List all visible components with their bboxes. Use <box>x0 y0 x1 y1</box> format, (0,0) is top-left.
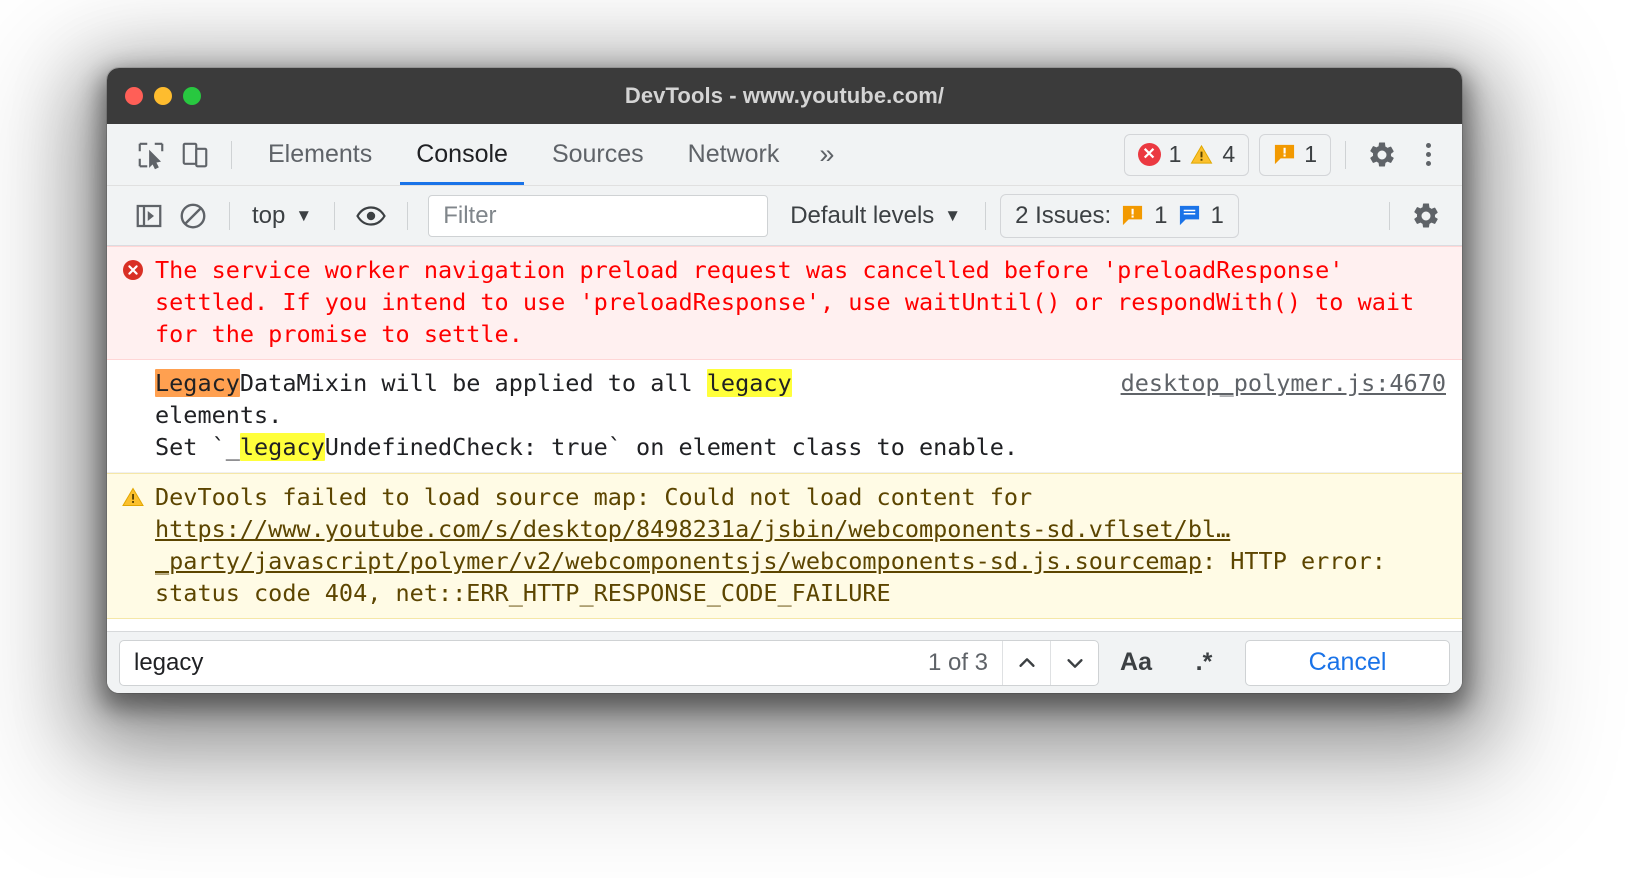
chevron-down-icon: ▼ <box>295 206 313 225</box>
issue-count: 1 <box>1304 141 1317 167</box>
execution-context-label: top <box>252 201 286 229</box>
screenshot-root: DevTools - www.youtube.com/ Elements Con… <box>0 0 1650 878</box>
execution-context-selector[interactable]: top ▼ <box>244 202 320 230</box>
log-message-text: LegacyDataMixin will be applied to all l… <box>155 368 1103 464</box>
issues-counter[interactable]: 1 <box>1259 133 1331 176</box>
window-titlebar: DevTools - www.youtube.com/ <box>107 68 1462 124</box>
warning-message-text: DevTools failed to load source map: Coul… <box>155 482 1446 610</box>
clear-console-icon[interactable] <box>171 195 215 237</box>
tab-elements[interactable]: Elements <box>246 124 394 185</box>
devtools-tabbar: Elements Console Sources Network » ✕ 1 4 <box>107 124 1462 186</box>
issues-warning-count: 1 <box>1154 201 1168 229</box>
search-match-status: 1 of 3 <box>927 648 988 676</box>
tabbar-status-area: ✕ 1 4 1 <box>1114 133 1444 176</box>
zoom-window-button[interactable] <box>183 87 201 105</box>
tab-network[interactable]: Network <box>666 124 802 185</box>
search-prev-button[interactable] <box>1002 640 1050 685</box>
issue-info-bubble-icon <box>1178 204 1201 227</box>
tabbar-divider <box>231 140 232 169</box>
error-warning-counter[interactable]: ✕ 1 4 <box>1123 133 1250 176</box>
console-sidebar-icon[interactable] <box>127 195 171 237</box>
console-toolbar-divider-2 <box>334 201 336 230</box>
tab-sources[interactable]: Sources <box>530 124 666 185</box>
issues-label: 2 Issues: <box>1015 201 1112 229</box>
match-case-button[interactable]: Aa <box>1105 640 1167 686</box>
console-toolbar-divider-3 <box>407 201 409 230</box>
console-toolbar-divider-4 <box>985 201 987 230</box>
device-toolbar-icon[interactable] <box>173 134 217 176</box>
warning-count: 4 <box>1222 141 1236 167</box>
live-expression-eye-icon[interactable] <box>349 195 393 237</box>
error-circle-icon-msg <box>121 255 155 351</box>
issues-info-count: 1 <box>1210 201 1224 229</box>
gear-icon[interactable] <box>1360 134 1404 176</box>
minimize-window-button[interactable] <box>154 87 172 105</box>
log-levels-label: Default levels <box>790 201 935 229</box>
window-controls <box>125 87 201 105</box>
console-search-bar: legacy 1 of 3 Aa .* Cancel <box>107 631 1462 693</box>
regex-button[interactable]: .* <box>1173 640 1235 686</box>
kebab-menu-icon[interactable] <box>1412 139 1444 171</box>
window-title: DevTools - www.youtube.com/ <box>624 83 945 108</box>
log-text-part-1: DataMixin will be applied to all <box>239 368 707 397</box>
warning-triangle-icon <box>1191 144 1213 164</box>
search-next-button[interactable] <box>1050 640 1098 685</box>
search-input[interactable]: legacy <box>120 641 914 685</box>
filter-input[interactable]: Filter <box>428 194 769 237</box>
cancel-search-button[interactable]: Cancel <box>1245 639 1450 686</box>
console-message-list[interactable]: The service worker navigation preload re… <box>107 246 1462 631</box>
tabbar-divider-2 <box>1345 140 1346 169</box>
log-gutter-spacer <box>121 368 155 464</box>
warning-triangle-icon-msg <box>121 482 155 610</box>
console-message-warning[interactable]: DevTools failed to load source map: Coul… <box>107 472 1462 619</box>
panel-tabs: Elements Console Sources Network » <box>246 124 852 185</box>
devtools-window: DevTools - www.youtube.com/ Elements Con… <box>107 68 1462 693</box>
error-circle-icon: ✕ <box>1137 143 1161 166</box>
chevron-down-icon-levels: ▼ <box>944 206 962 225</box>
console-settings-gear-icon[interactable] <box>1404 195 1448 237</box>
console-message-error[interactable]: The service worker navigation preload re… <box>107 246 1462 360</box>
console-toolbar: top ▼ Filter Default levels ▼ 2 Issues: <box>107 186 1462 246</box>
source-location-link[interactable]: desktop_polymer.js:4670 <box>1103 368 1446 464</box>
search-field-wrapper[interactable]: legacy 1 of 3 <box>119 639 1099 686</box>
console-message-log[interactable]: LegacyDataMixin will be applied to all l… <box>107 359 1462 473</box>
tab-console[interactable]: Console <box>394 124 530 185</box>
warning-sourcemap-url[interactable]: https://www.youtube.com/s/desktop/849823… <box>155 515 1230 575</box>
more-tabs-chevron-icon[interactable]: » <box>801 139 852 170</box>
console-toolbar-divider-1 <box>229 201 230 230</box>
issue-warning-bubble-icon-2 <box>1121 204 1144 227</box>
inspect-cursor-icon[interactable] <box>129 134 173 176</box>
error-count: 1 <box>1168 141 1182 167</box>
console-toolbar-divider-5 <box>1389 201 1390 230</box>
issues-summary-button[interactable]: 2 Issues: 1 1 <box>1000 193 1239 238</box>
search-match-active: Legacy <box>155 368 240 397</box>
issue-warning-bubble-icon <box>1273 143 1296 166</box>
log-levels-selector[interactable]: Default levels ▼ <box>780 202 971 230</box>
close-window-button[interactable] <box>125 87 143 105</box>
warning-prefix: DevTools failed to load source map: Coul… <box>155 482 1047 511</box>
search-match-3: legacy <box>239 432 325 461</box>
search-match-2: legacy <box>706 368 792 397</box>
log-text-part-3: UndefinedCheck: true` on element class t… <box>324 432 1019 461</box>
console-toolbar-right <box>1375 195 1448 237</box>
error-message-text: The service worker navigation preload re… <box>155 256 1429 348</box>
